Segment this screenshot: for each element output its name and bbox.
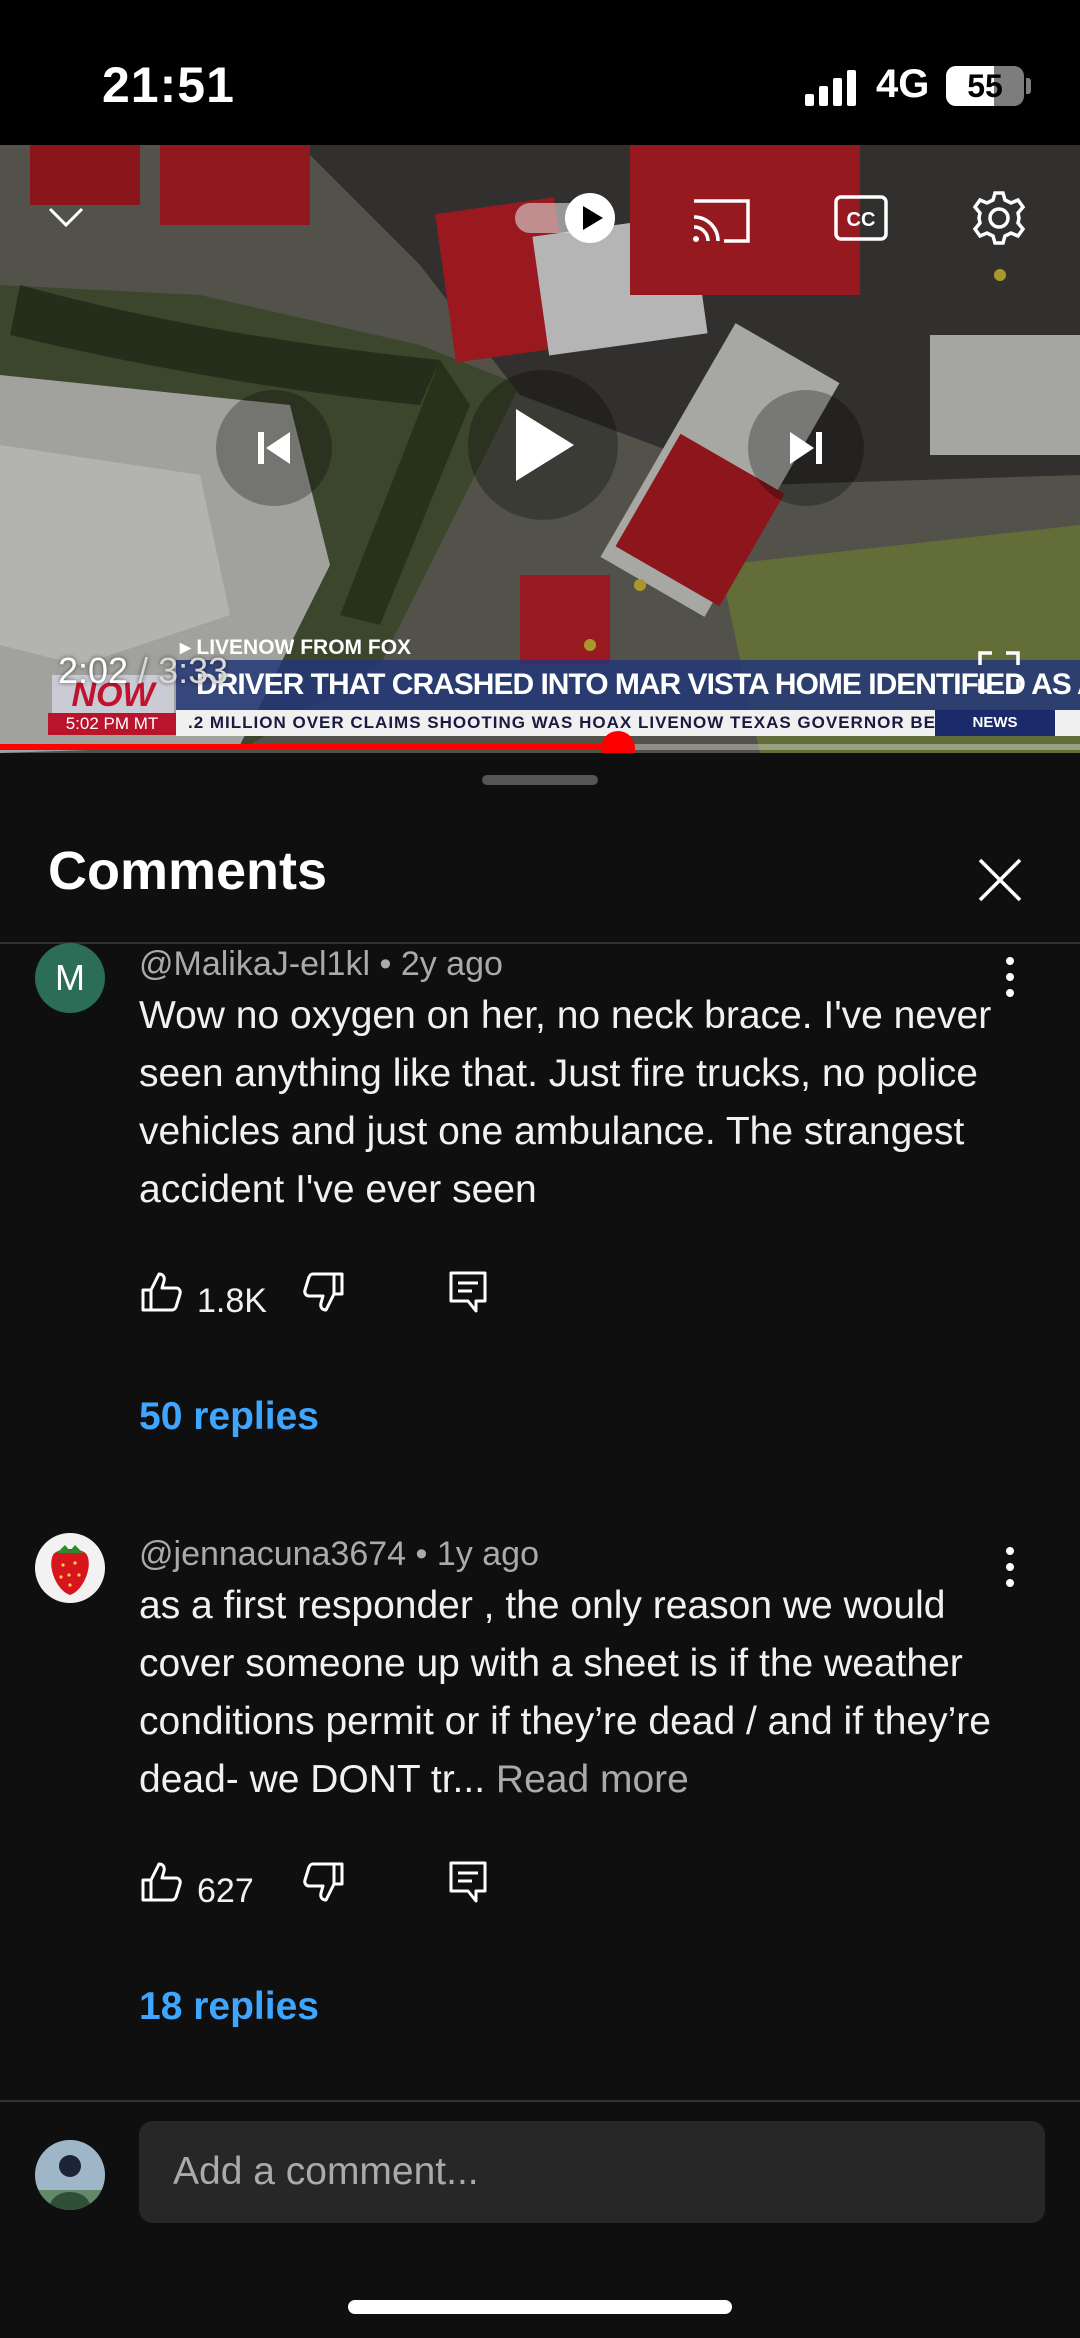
divider <box>0 2100 1080 2102</box>
profile-photo-icon <box>35 2140 105 2210</box>
strawberry-icon <box>51 1545 89 1595</box>
comments-sheet: Comments M @MalikaJ-el1kl • 2y ago Wow n… <box>0 755 1080 2338</box>
duration: 3:33 <box>158 650 229 691</box>
view-replies-link[interactable]: 50 replies <box>139 1395 319 1439</box>
video-player[interactable]: CC ▸ LIVENOW FROM FOX NOW 5:02 PM MT DRI… <box>0 145 1080 753</box>
comment-meta: @jennacuna3674 • 1y ago <box>139 1535 539 1573</box>
svg-text:CC: CC <box>847 209 876 231</box>
status-bar: 21:51 4G 55 <box>0 0 1080 145</box>
video-timecode: 2:02 / 3:33 <box>58 650 228 692</box>
autoplay-toggle-icon[interactable] <box>515 193 625 243</box>
like-count: 627 <box>197 1872 254 1910</box>
cast-icon[interactable] <box>690 195 752 247</box>
chevron-down-icon[interactable] <box>44 195 88 239</box>
like-count: 1.8K <box>197 1282 267 1320</box>
settings-icon[interactable] <box>970 189 1028 247</box>
fullscreen-icon[interactable] <box>978 651 1020 693</box>
comment-author[interactable]: @jennacuna3674 <box>139 1535 406 1573</box>
play-icon <box>516 409 574 481</box>
comment-author[interactable]: @MalikaJ-el1kl <box>139 945 370 983</box>
captions-icon[interactable]: CC <box>834 195 888 241</box>
read-more-link[interactable]: Read more <box>496 1758 689 1801</box>
comment-text: Wow no oxygen on her, no neck brace. I'v… <box>139 987 1019 1219</box>
comment-time: 2y ago <box>400 945 503 983</box>
close-icon[interactable] <box>970 850 1030 910</box>
like-icon[interactable] <box>139 1270 183 1314</box>
comment-body: Wow no oxygen on her, no neck brace. I'v… <box>139 994 992 1211</box>
news-badge: NEWS <box>935 710 1055 736</box>
add-comment-input[interactable] <box>139 2121 1045 2223</box>
comment-actions: 1.8K <box>139 1270 539 1330</box>
progress-fill <box>0 744 618 750</box>
drag-handle[interactable] <box>482 775 598 785</box>
avatar[interactable]: M <box>35 943 105 1013</box>
home-indicator[interactable] <box>348 2300 732 2314</box>
user-avatar[interactable] <box>35 2140 105 2210</box>
battery-icon: 55 <box>946 66 1024 106</box>
previous-icon <box>258 432 290 464</box>
time-separator: / <box>128 650 159 691</box>
network-type: 4G <box>876 62 930 106</box>
next-button[interactable] <box>748 390 864 506</box>
comment-actions: 627 <box>139 1860 539 1920</box>
previous-button[interactable] <box>216 390 332 506</box>
avatar[interactable] <box>35 1533 105 1603</box>
news-clock: 5:02 PM MT <box>48 713 176 735</box>
dislike-icon[interactable] <box>302 1270 346 1314</box>
comment-time: 1y ago <box>436 1535 539 1573</box>
dislike-icon[interactable] <box>302 1860 346 1904</box>
like-icon[interactable] <box>139 1860 183 1904</box>
view-replies-link[interactable]: 18 replies <box>139 1985 319 2029</box>
comment-text: as a first responder , the only reason w… <box>139 1577 1019 1809</box>
divider <box>0 942 1080 944</box>
signal-icon <box>805 70 856 106</box>
comments-title: Comments <box>48 841 328 901</box>
news-headline: DRIVER THAT CRASHED INTO MAR VISTA HOME … <box>176 660 1080 710</box>
play-button[interactable] <box>468 370 618 520</box>
battery-level: 55 <box>967 68 1003 104</box>
reply-icon[interactable] <box>448 1270 488 1314</box>
reply-icon[interactable] <box>448 1860 488 1904</box>
next-icon <box>790 432 822 464</box>
current-time: 2:02 <box>58 650 129 691</box>
comment-meta: @MalikaJ-el1kl • 2y ago <box>139 945 503 983</box>
clock: 21:51 <box>102 57 235 113</box>
